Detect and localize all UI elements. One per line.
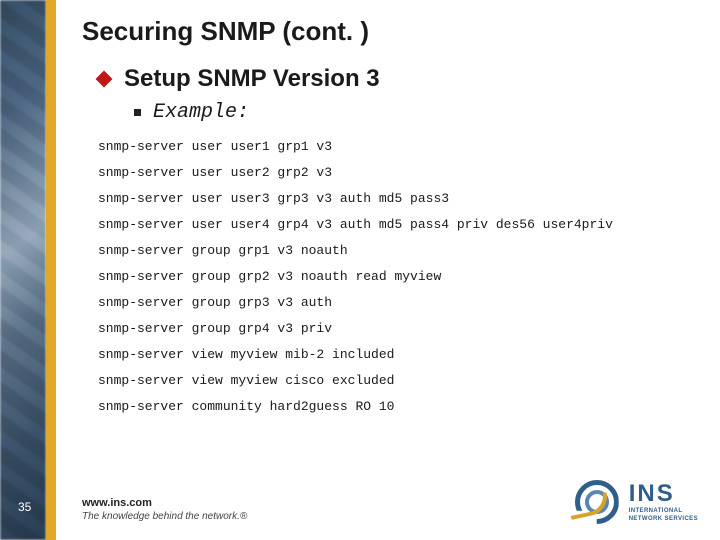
gold-divider-bar: [46, 0, 56, 540]
slide-title: Securing SNMP (cont. ): [82, 16, 700, 47]
diamond-bullet-icon: [96, 71, 113, 88]
logo-mark-icon: [571, 476, 623, 528]
content-area: Securing SNMP (cont. ) Setup SNMP Versio…: [82, 16, 700, 420]
code-block: snmp-server user user1 grp1 v3 snmp-serv…: [98, 134, 700, 420]
bullet-level1: Setup SNMP Version 3: [98, 65, 700, 93]
footer-url: www.ins.com: [82, 497, 247, 509]
logo-text: INS INTERNATIONAL NETWORK SERVICES: [629, 482, 698, 522]
page-number: 35: [18, 500, 31, 514]
slide: Securing SNMP (cont. ) Setup SNMP Versio…: [0, 0, 720, 540]
footer: www.ins.com The knowledge behind the net…: [82, 497, 247, 522]
logo-line2: NETWORK SERVICES: [629, 516, 698, 522]
logo-line1: INTERNATIONAL: [629, 508, 698, 514]
bullet-level2: Example:: [134, 101, 700, 124]
sub-bullet-text: Example:: [153, 101, 249, 124]
footer-tagline: The knowledge behind the network.®: [82, 511, 247, 522]
brand-logo: INS INTERNATIONAL NETWORK SERVICES: [571, 476, 698, 528]
bullet-text: Setup SNMP Version 3: [124, 65, 380, 93]
square-bullet-icon: [134, 109, 141, 116]
logo-abbrev: INS: [629, 482, 698, 506]
side-photo-strip: [0, 0, 46, 540]
